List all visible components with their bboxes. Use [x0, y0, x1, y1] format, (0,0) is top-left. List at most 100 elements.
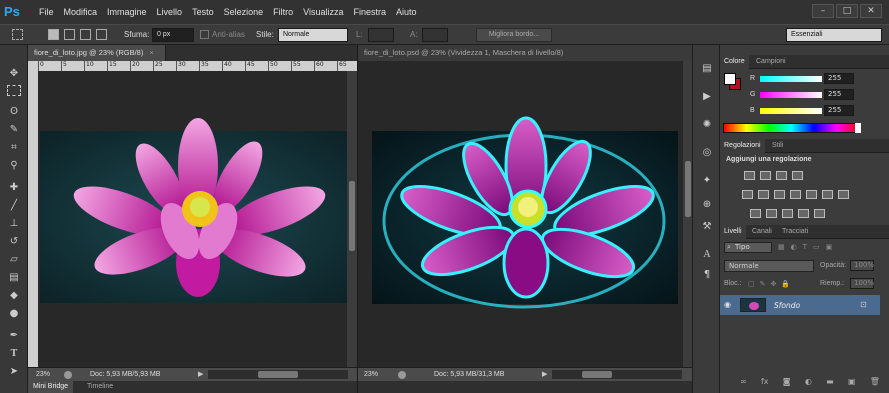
marquee-tool-icon[interactable]	[7, 85, 21, 96]
stile-select[interactable]: Normale	[278, 28, 348, 42]
r-value-input[interactable]: 255	[824, 73, 854, 84]
clone-source-icon[interactable]: ⊕	[700, 199, 714, 211]
curves-icon[interactable]	[776, 171, 787, 180]
photo-filter-icon[interactable]	[806, 190, 817, 199]
link-layers-icon[interactable]: ∞	[740, 377, 747, 387]
gradient-tool-icon[interactable]: ▤	[6, 271, 22, 285]
white-swatch[interactable]	[855, 123, 861, 133]
shape-filter-icon[interactable]: ▭	[813, 243, 820, 252]
layer-name[interactable]: Sfondo	[774, 301, 800, 310]
height-input[interactable]	[422, 28, 448, 42]
balance-icon[interactable]	[758, 190, 769, 199]
new-layer-icon[interactable]: ▣	[848, 377, 856, 387]
color-lookup-icon[interactable]	[838, 190, 849, 199]
eye-visibility-icon[interactable]: ◉	[724, 300, 731, 309]
character-panel-icon[interactable]: A	[700, 249, 714, 261]
intersect-selection-icon[interactable]	[96, 29, 107, 40]
foreground-color-swatch[interactable]	[724, 73, 736, 85]
pen-tool-icon[interactable]: ✒	[6, 329, 22, 343]
selective-color-icon[interactable]	[814, 209, 825, 218]
tab-canali[interactable]: Canali	[748, 225, 776, 239]
menu-finestra[interactable]: Finestra	[348, 7, 391, 17]
menu-selezione[interactable]: Selezione	[219, 7, 269, 17]
g-value-input[interactable]: 255	[824, 89, 854, 100]
lock-position-icon[interactable]: ✥	[771, 280, 777, 288]
horizontal-scroll-thumb[interactable]	[258, 371, 298, 378]
layer-row-sfondo[interactable]: ◉ Sfondo ⊡	[720, 295, 880, 315]
blur-tool-icon[interactable]: ◆	[6, 289, 22, 303]
menu-filtro[interactable]: Filtro	[268, 7, 298, 17]
dodge-tool-icon[interactable]: ●	[6, 307, 22, 321]
zoom-level-2[interactable]: 23%	[364, 368, 378, 381]
menu-visualizza[interactable]: Visualizza	[298, 7, 348, 17]
tab-campioni[interactable]: Campioni	[752, 55, 790, 69]
paragraph-panel-icon[interactable]: ¶	[700, 269, 714, 281]
antialias-checkbox[interactable]	[200, 30, 209, 39]
type-tool-icon[interactable]: T	[6, 347, 22, 361]
tab-tracciati[interactable]: Tracciati	[778, 225, 812, 239]
healing-brush-icon[interactable]: ✚	[6, 181, 22, 195]
canvas-area-2[interactable]	[358, 61, 683, 367]
history-brush-icon[interactable]: ↺	[6, 235, 22, 249]
horizontal-scroll-thumb-2[interactable]	[582, 371, 612, 378]
properties-panel-icon[interactable]: ✺	[700, 119, 714, 131]
new-adjustment-icon[interactable]: ◐	[805, 377, 812, 387]
tool-presets-icon[interactable]: ⚒	[700, 221, 714, 233]
channel-mixer-icon[interactable]	[822, 190, 833, 199]
quick-selection-icon[interactable]: ✎	[6, 123, 22, 137]
history-panel-icon[interactable]: ▤	[700, 63, 714, 75]
close-button[interactable]: ✕	[860, 4, 882, 18]
brightness-contrast-icon[interactable]	[744, 171, 755, 180]
path-selection-icon[interactable]: ➤	[6, 365, 22, 379]
document-tab-2[interactable]: fiore_di_loto.psd @ 23% (Vividezza 1, Ma…	[358, 45, 693, 61]
close-tab-icon[interactable]: ×	[149, 48, 153, 57]
actions-panel-icon[interactable]: ▶	[700, 91, 714, 103]
brush-panel-icon[interactable]: ✦	[700, 175, 714, 187]
subtract-selection-icon[interactable]	[80, 29, 91, 40]
vibrance-icon[interactable]	[742, 190, 753, 199]
document-tab-1[interactable]: fiore_di_loto.jpg @ 23% (RGB/8) ×	[28, 45, 166, 61]
refine-edge-button[interactable]: Migliora bordo...	[476, 28, 552, 42]
vertical-scroll-thumb[interactable]	[349, 181, 355, 251]
timeline-tab[interactable]: Timeline	[82, 381, 118, 393]
pixel-filter-icon[interactable]: ▦	[778, 243, 785, 252]
delete-layer-icon[interactable]: 🗑	[870, 377, 880, 387]
gradient-map-icon[interactable]	[798, 209, 809, 218]
tab-stili[interactable]: Stili	[768, 139, 787, 153]
g-slider[interactable]	[760, 92, 822, 98]
threshold-icon[interactable]	[782, 209, 793, 218]
canvas-area-1[interactable]	[38, 71, 347, 367]
levels-icon[interactable]	[760, 171, 771, 180]
layer-style-icon[interactable]: fx	[761, 377, 769, 387]
menu-immagine[interactable]: Immagine	[102, 7, 152, 17]
width-input[interactable]	[368, 28, 394, 42]
lock-all-icon[interactable]: 🔒	[781, 280, 790, 288]
black-white-icon[interactable]	[790, 190, 801, 199]
workspace-select[interactable]: Essenziali	[786, 28, 882, 42]
sfuma-input[interactable]: 0 px	[152, 28, 194, 42]
status-menu-arrow-icon[interactable]: ▶	[198, 368, 203, 381]
b-slider[interactable]	[760, 108, 822, 114]
status-info-icon[interactable]	[64, 371, 72, 379]
b-value-input[interactable]: 255	[824, 105, 854, 116]
horizontal-scrollbar-1[interactable]	[208, 370, 348, 379]
exposure-icon[interactable]	[792, 171, 803, 180]
add-mask-icon[interactable]: ◙	[783, 377, 791, 387]
menu-file[interactable]: File	[34, 7, 59, 17]
tab-livelli[interactable]: Livelli	[720, 225, 746, 239]
new-selection-icon[interactable]	[48, 29, 59, 40]
menu-livello[interactable]: Livello	[152, 7, 188, 17]
blend-mode-select[interactable]: Normale	[724, 260, 814, 272]
maximize-button[interactable]: □	[836, 4, 858, 18]
tab-regolazioni[interactable]: Regolazioni	[720, 139, 765, 153]
lasso-tool-icon[interactable]: ʘ	[6, 105, 22, 119]
clone-stamp-icon[interactable]: ⊥	[6, 217, 22, 231]
menu-modifica[interactable]: Modifica	[59, 7, 103, 17]
type-filter-icon[interactable]: T	[803, 243, 807, 252]
lock-pixels-icon[interactable]: ▢	[748, 280, 755, 288]
smart-filter-icon[interactable]: ▣	[826, 243, 833, 252]
brush-tool-icon[interactable]: ╱	[6, 199, 22, 213]
minimize-button[interactable]: –	[812, 4, 834, 18]
menu-testo[interactable]: Testo	[187, 7, 219, 17]
marquee-tool-icon[interactable]	[12, 29, 23, 40]
